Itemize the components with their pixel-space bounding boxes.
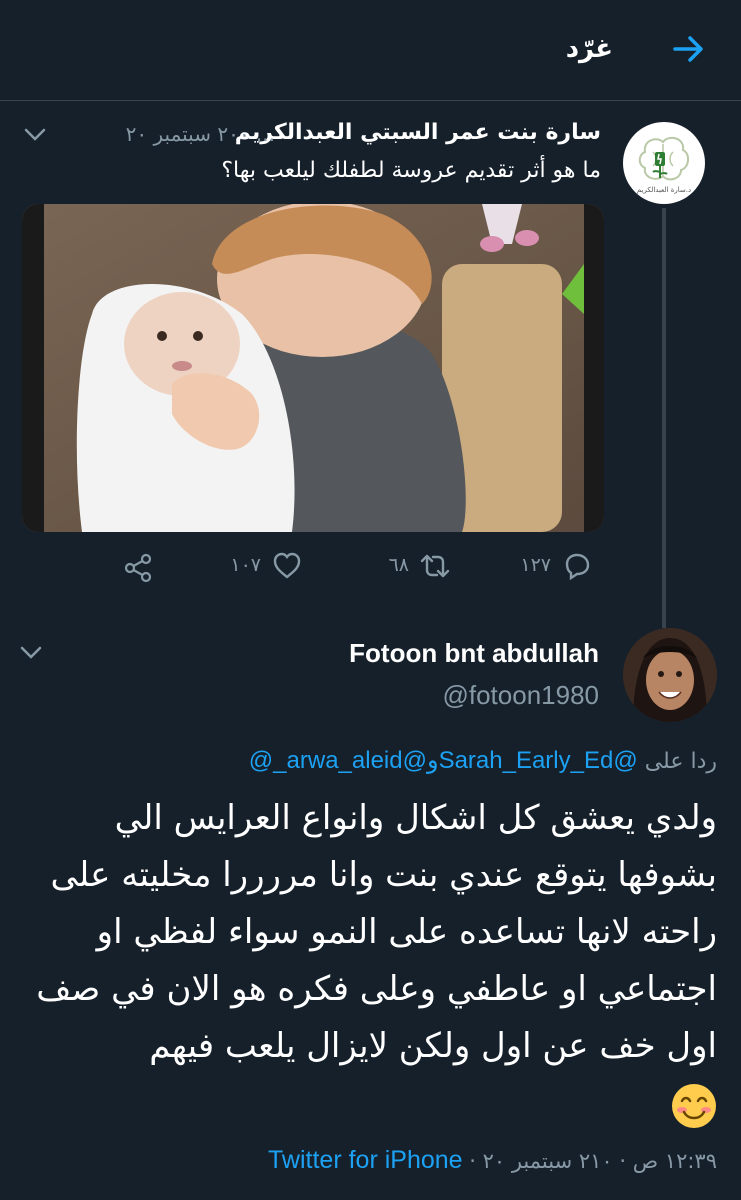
mention-link[interactable]: _@	[249, 747, 287, 774]
author-handle[interactable]: @fotoon1980	[442, 680, 599, 711]
chevron-down-icon[interactable]	[20, 646, 42, 660]
heart-icon[interactable]	[271, 550, 303, 582]
chevron-down-icon[interactable]	[24, 128, 46, 142]
avatar[interactable]: د.سارة العبدالكريم	[623, 122, 705, 204]
tweet-text: ما هو أثر تقديم عروسة لطفلك ليلعب بها؟	[221, 158, 601, 183]
avatar[interactable]	[623, 628, 717, 722]
author-name[interactable]: Fotoon bnt abdullah	[349, 638, 599, 669]
top-bar	[0, 0, 741, 101]
like-count: ١٠٧	[230, 554, 261, 576]
girl-portrait-image	[623, 628, 717, 722]
thread-connector	[662, 208, 666, 628]
reply-icon[interactable]	[561, 550, 593, 582]
page-title: غرّد	[565, 34, 613, 64]
avatar-caption: د.سارة العبدالكريم	[636, 186, 692, 194]
smiling-face-emoji-icon	[672, 1084, 716, 1128]
retweet-icon[interactable]	[419, 550, 451, 582]
reply-action[interactable]: ١٢٧	[520, 550, 593, 586]
child-with-doll-image	[22, 204, 604, 532]
mention-link[interactable]: @Sarah_Early_Ed	[439, 747, 638, 774]
replying-prefix: ردا على	[644, 749, 717, 774]
mention-link[interactable]: @arwa_aleid	[287, 747, 427, 774]
source-link[interactable]: Twitter for iPhone	[268, 1146, 463, 1174]
mention-join: و	[426, 747, 439, 774]
back-arrow-icon[interactable]	[671, 32, 705, 66]
tweet-meta: ١٢:٣٩ ص · ٢١٠ سبتمبر ٢٠ · Twitter for iP…	[268, 1146, 717, 1175]
reply-count: ١٢٧	[520, 554, 551, 576]
tweet-text: ولدي يعشق كل اشكال وانواع العرايس الي بش…	[36, 798, 717, 1066]
tweet-date: ... ٢٠٠ سبتمبر ٢٠	[125, 122, 275, 146]
tweet-timestamp: ١٢:٣٩ ص · ٢١٠ سبتمبر ٢٠ ·	[469, 1149, 717, 1173]
replying-to: ردا على @Sarah_Early_Edو@arwa_aleid_@	[249, 746, 717, 775]
retweet-count: ٦٨	[388, 554, 409, 576]
share-icon[interactable]	[122, 552, 154, 584]
tweet-photo[interactable]	[22, 204, 604, 532]
author-name[interactable]: سارة بنت عمر السبتي العبدالكريم	[235, 120, 601, 145]
like-action[interactable]: ١٠٧	[223, 550, 303, 586]
retweet-action[interactable]: ٦٨	[381, 550, 451, 586]
